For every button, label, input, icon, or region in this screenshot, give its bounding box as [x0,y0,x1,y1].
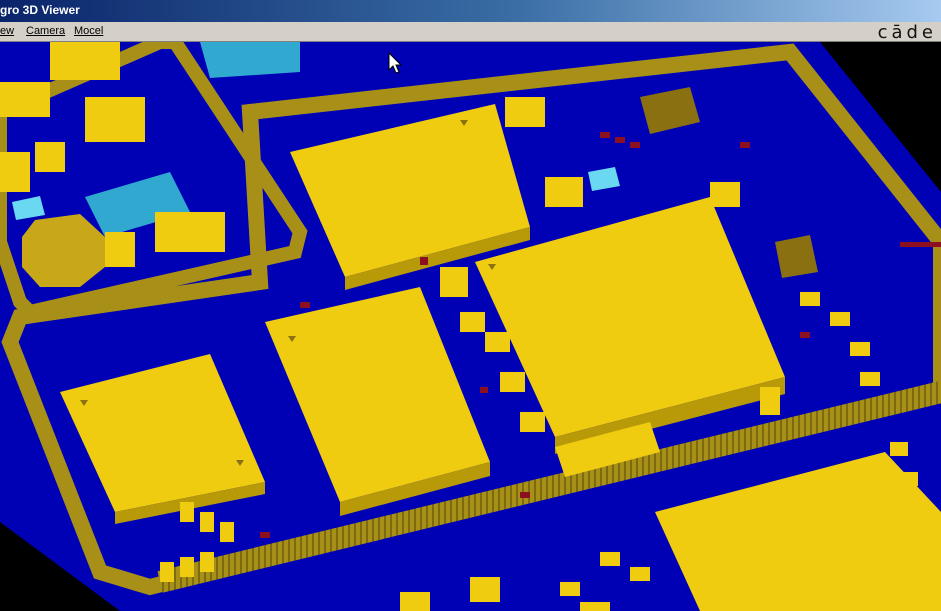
pcb-render [0,42,941,611]
menu-item-camera[interactable]: Camera [26,25,65,37]
menu-bar: ew Camera Mocel cāde [0,22,941,43]
mouse-cursor-icon [388,52,402,74]
menu-item-view[interactable]: ew [0,25,14,37]
3d-viewport[interactable] [0,42,941,611]
chip-cyan-top [200,42,300,78]
title-bar[interactable]: gro 3D Viewer [0,0,941,22]
cadence-logo: cāde [877,22,937,43]
menu-item-model[interactable]: Mocel [74,25,103,37]
window-title: gro 3D Viewer [0,3,80,17]
